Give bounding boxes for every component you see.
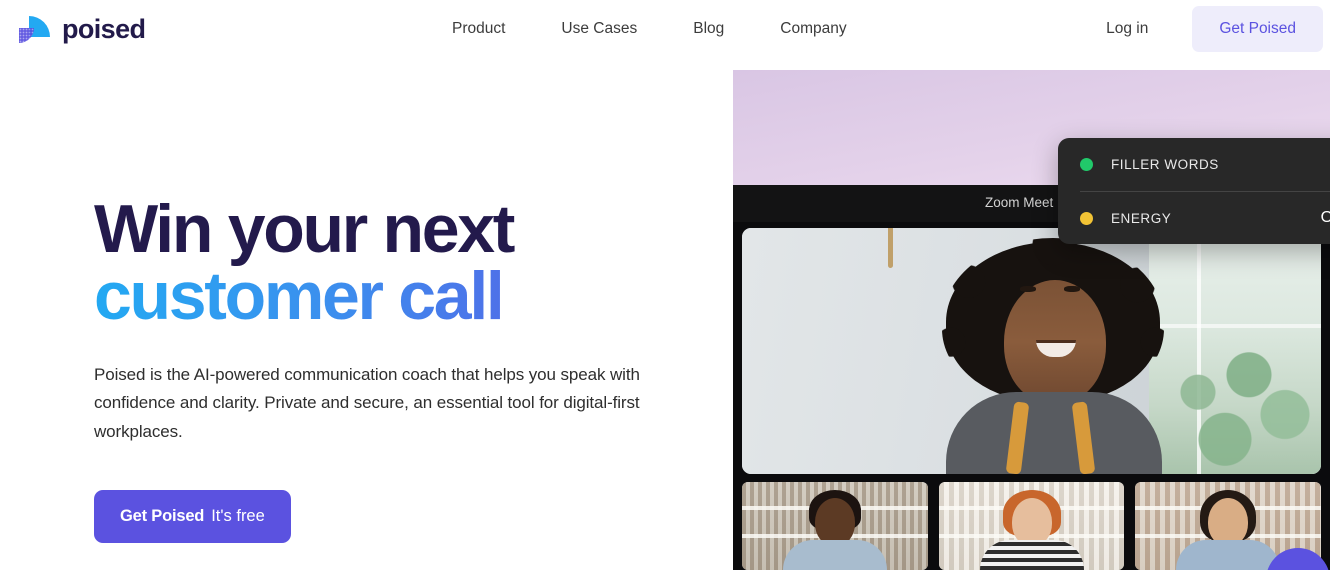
meeting-title-label: Zoom Meet bbox=[985, 195, 1054, 210]
feedback-label-filler-words: FILLER WORDS bbox=[1111, 157, 1219, 172]
nav-item-blog[interactable]: Blog bbox=[693, 12, 724, 46]
participant-thumbnail[interactable] bbox=[938, 482, 1125, 570]
hero-cta-primary-label: Get Poised bbox=[120, 507, 205, 526]
wall-hook-decoration bbox=[888, 228, 893, 268]
speaker-torso bbox=[946, 392, 1162, 474]
feedback-row-energy[interactable]: ENERGY Okay bbox=[1080, 191, 1330, 244]
feedback-value-energy: Okay bbox=[1320, 209, 1330, 226]
hero-subtext: Poised is the AI-powered communication c… bbox=[94, 364, 640, 441]
headline-line-2: customer call bbox=[94, 262, 714, 330]
foliage-decoration bbox=[1165, 350, 1315, 474]
status-dot-yellow bbox=[1080, 211, 1093, 225]
nav-get-poised-button[interactable]: Get Poised bbox=[1192, 6, 1323, 52]
brand-name: poised bbox=[62, 13, 146, 44]
landing-page: poised Product Use Cases Blog Company Lo… bbox=[0, 0, 1330, 570]
active-speaker-video-tile bbox=[742, 228, 1321, 474]
coaching-feedback-panel: FILLER WORDS ENERGY Okay bbox=[1058, 138, 1330, 244]
thumb-body bbox=[782, 540, 887, 570]
participant-thumbnail[interactable] bbox=[742, 482, 928, 570]
feedback-label-energy: ENERGY bbox=[1111, 210, 1172, 226]
hero-get-poised-button[interactable]: Get Poised It's free bbox=[94, 490, 291, 544]
thumb-face bbox=[814, 498, 855, 546]
speaker-eye-left bbox=[1020, 286, 1036, 292]
brand-logo[interactable]: poised bbox=[18, 8, 146, 50]
nav-item-company[interactable]: Company bbox=[780, 12, 846, 46]
nav-item-use-cases[interactable]: Use Cases bbox=[561, 12, 637, 46]
participant-thumbnail-row bbox=[742, 482, 1322, 570]
hero-cta-secondary-label: It's free bbox=[211, 507, 265, 526]
headline-line-1: Win your next bbox=[94, 191, 515, 267]
nav-actions: Log in Get Poised bbox=[1106, 0, 1330, 58]
nav-links: Product Use Cases Blog Company bbox=[452, 0, 847, 58]
feedback-row-filler-words[interactable]: FILLER WORDS bbox=[1080, 138, 1330, 191]
login-link[interactable]: Log in bbox=[1106, 20, 1148, 38]
top-navigation-bar: poised Product Use Cases Blog Company Lo… bbox=[0, 0, 1330, 58]
thumb-body bbox=[1176, 540, 1281, 570]
hero-content: Win your next customer call Poised is th… bbox=[94, 195, 714, 544]
thumb-face bbox=[1011, 498, 1052, 546]
speaker-avatar bbox=[938, 236, 1170, 474]
thumb-body bbox=[979, 540, 1084, 570]
nav-item-product[interactable]: Product bbox=[452, 12, 505, 46]
status-dot-green bbox=[1080, 158, 1093, 171]
poised-logo-icon bbox=[18, 11, 52, 47]
logo-purple-quarter-shape bbox=[19, 28, 34, 43]
speaker-eye-right bbox=[1064, 286, 1080, 292]
page-title: Win your next customer call bbox=[94, 195, 714, 331]
thumb-face bbox=[1208, 498, 1249, 546]
